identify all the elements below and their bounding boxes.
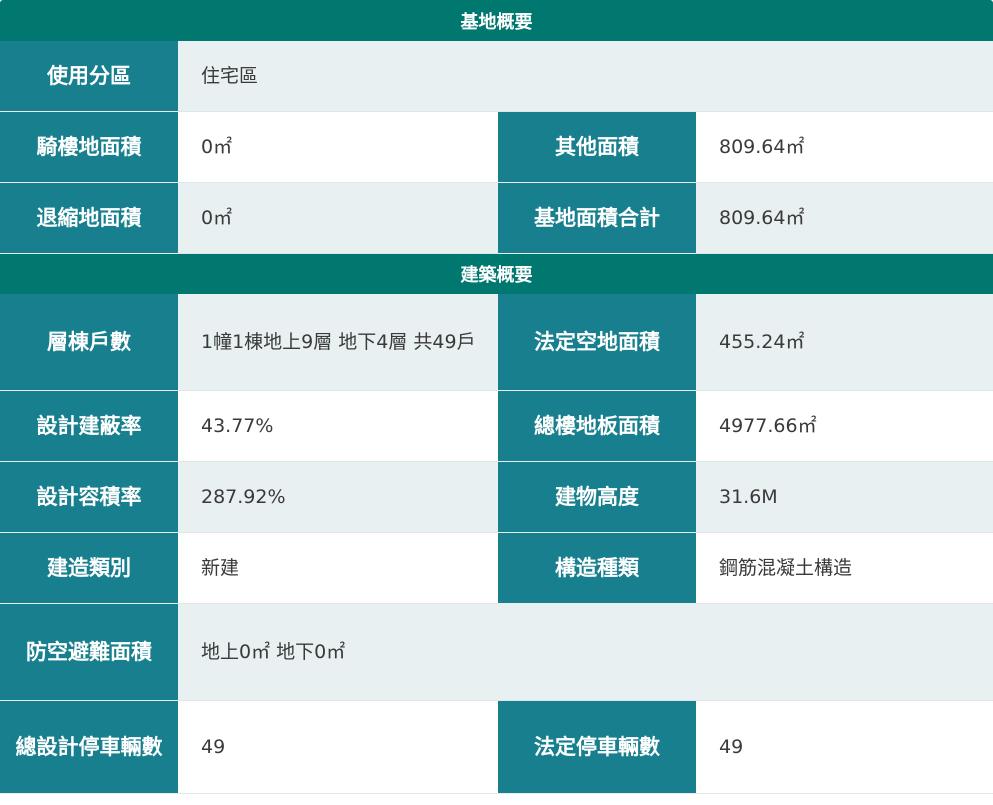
height-label: 建物高度: [498, 462, 696, 533]
coverage-ratio-value: 43.77%: [178, 391, 498, 462]
arcade-area-value: 0㎡: [178, 112, 498, 183]
setback-area-value: 0㎡: [178, 183, 498, 254]
floors-units-label: 層棟戶數: [0, 294, 178, 391]
table-row: 總設計停車輛數 49 法定停車輛數 49: [0, 701, 993, 794]
height-value: 31.6M: [696, 462, 993, 533]
other-area-label: 其他面積: [498, 112, 696, 183]
other-area-value: 809.64㎡: [696, 112, 993, 183]
far-label: 設計容積率: [0, 462, 178, 533]
building-section-title: 建築概要: [0, 254, 993, 294]
table-row: 騎樓地面積 0㎡ 其他面積 809.64㎡: [0, 112, 993, 183]
zoning-label: 使用分區: [0, 41, 178, 112]
table-row: 設計容積率 287.92% 建物高度 31.6M: [0, 462, 993, 533]
table-row: 層棟戶數 1幢1棟地上9層 地下4層 共49戶 法定空地面積 455.24㎡: [0, 294, 993, 391]
table-row: 防空避難面積 地上0㎡ 地下0㎡: [0, 604, 993, 701]
site-section-header-row: 基地概要: [0, 0, 993, 41]
design-parking-label: 總設計停車輛數: [0, 701, 178, 794]
open-space-label: 法定空地面積: [498, 294, 696, 391]
property-spec-table: 基地概要 使用分區 住宅區 騎樓地面積 0㎡ 其他面積 809.64㎡ 退縮地面…: [0, 0, 993, 794]
table-row: 設計建蔽率 43.77% 總樓地板面積 4977.66㎡: [0, 391, 993, 462]
legal-parking-value: 49: [696, 701, 993, 794]
floors-units-value: 1幢1棟地上9層 地下4層 共49戶: [178, 294, 498, 391]
shelter-area-label: 防空避難面積: [0, 604, 178, 701]
zoning-value: 住宅區: [178, 41, 993, 112]
construction-type-label: 建造類別: [0, 533, 178, 604]
table-row: 退縮地面積 0㎡ 基地面積合計 809.64㎡: [0, 183, 993, 254]
table-row: 使用分區 住宅區: [0, 41, 993, 112]
site-section-title: 基地概要: [0, 0, 993, 41]
structure-type-label: 構造種類: [498, 533, 696, 604]
structure-type-value: 鋼筋混凝土構造: [696, 533, 993, 604]
far-value: 287.92%: [178, 462, 498, 533]
shelter-area-value: 地上0㎡ 地下0㎡: [178, 604, 993, 701]
open-space-value: 455.24㎡: [696, 294, 993, 391]
design-parking-value: 49: [178, 701, 498, 794]
arcade-area-label: 騎樓地面積: [0, 112, 178, 183]
total-site-area-label: 基地面積合計: [498, 183, 696, 254]
setback-area-label: 退縮地面積: [0, 183, 178, 254]
construction-type-value: 新建: [178, 533, 498, 604]
table-row: 建造類別 新建 構造種類 鋼筋混凝土構造: [0, 533, 993, 604]
total-floor-area-label: 總樓地板面積: [498, 391, 696, 462]
total-floor-area-value: 4977.66㎡: [696, 391, 993, 462]
legal-parking-label: 法定停車輛數: [498, 701, 696, 794]
coverage-ratio-label: 設計建蔽率: [0, 391, 178, 462]
building-section-header-row: 建築概要: [0, 254, 993, 294]
total-site-area-value: 809.64㎡: [696, 183, 993, 254]
